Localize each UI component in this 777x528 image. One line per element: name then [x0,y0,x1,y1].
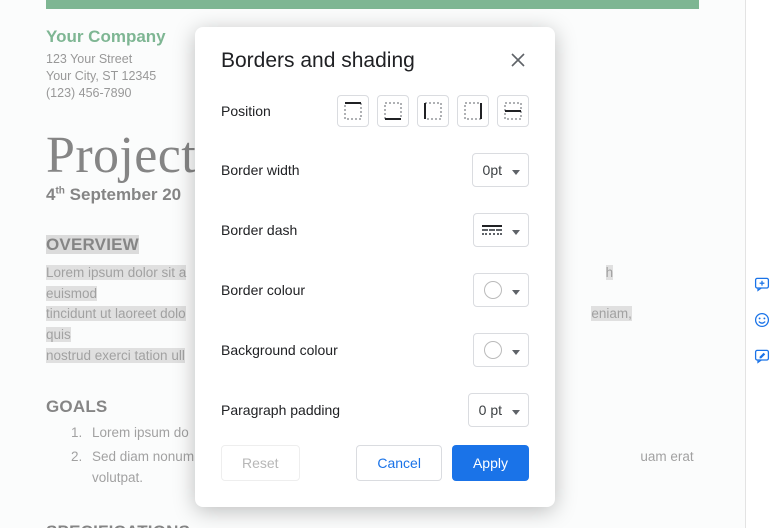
border-colour-label: Border colour [221,282,305,298]
border-width-value: 0pt [483,162,502,178]
background-colour-dropdown[interactable] [473,333,529,367]
chevron-down-icon [512,342,520,358]
border-dash-icon [482,225,502,235]
side-rail [745,0,777,528]
emoji-reaction-button[interactable] [748,306,776,334]
apply-button[interactable]: Apply [452,445,529,481]
suggest-edits-button[interactable] [748,342,776,370]
emoji-icon [754,310,770,330]
border-left-icon [424,102,442,120]
chevron-down-icon [512,222,520,238]
border-width-dropdown[interactable]: 0pt [472,153,529,187]
add-comment-button[interactable] [748,270,776,298]
cancel-button[interactable]: Cancel [356,445,442,481]
border-right-icon [464,102,482,120]
border-top-icon [344,102,362,120]
suggest-edits-icon [754,346,770,366]
close-button[interactable] [505,49,529,73]
paragraph-padding-value: 0 pt [479,402,502,418]
chevron-down-icon [512,162,520,178]
borders-shading-dialog: Borders and shading Position Border [195,27,555,507]
border-bottom-icon [384,102,402,120]
chevron-down-icon [512,402,520,418]
position-top-button[interactable] [337,95,369,127]
border-dash-dropdown[interactable] [473,213,529,247]
add-comment-icon [754,274,770,294]
background-colour-label: Background colour [221,342,338,358]
paragraph-padding-label: Paragraph padding [221,402,340,418]
border-colour-dropdown[interactable] [473,273,529,307]
position-bottom-button[interactable] [377,95,409,127]
dialog-title: Borders and shading [221,49,415,73]
position-between-button[interactable] [497,95,529,127]
close-icon [511,53,525,67]
chevron-down-icon [512,282,520,298]
reset-button[interactable]: Reset [221,445,300,481]
colour-swatch-icon [484,341,502,359]
position-group [337,95,529,127]
paragraph-padding-dropdown[interactable]: 0 pt [468,393,529,427]
position-left-button[interactable] [417,95,449,127]
border-dash-label: Border dash [221,222,297,238]
colour-swatch-icon [484,281,502,299]
border-between-icon [504,102,522,120]
position-right-button[interactable] [457,95,489,127]
border-width-label: Border width [221,162,300,178]
position-label: Position [221,103,271,119]
